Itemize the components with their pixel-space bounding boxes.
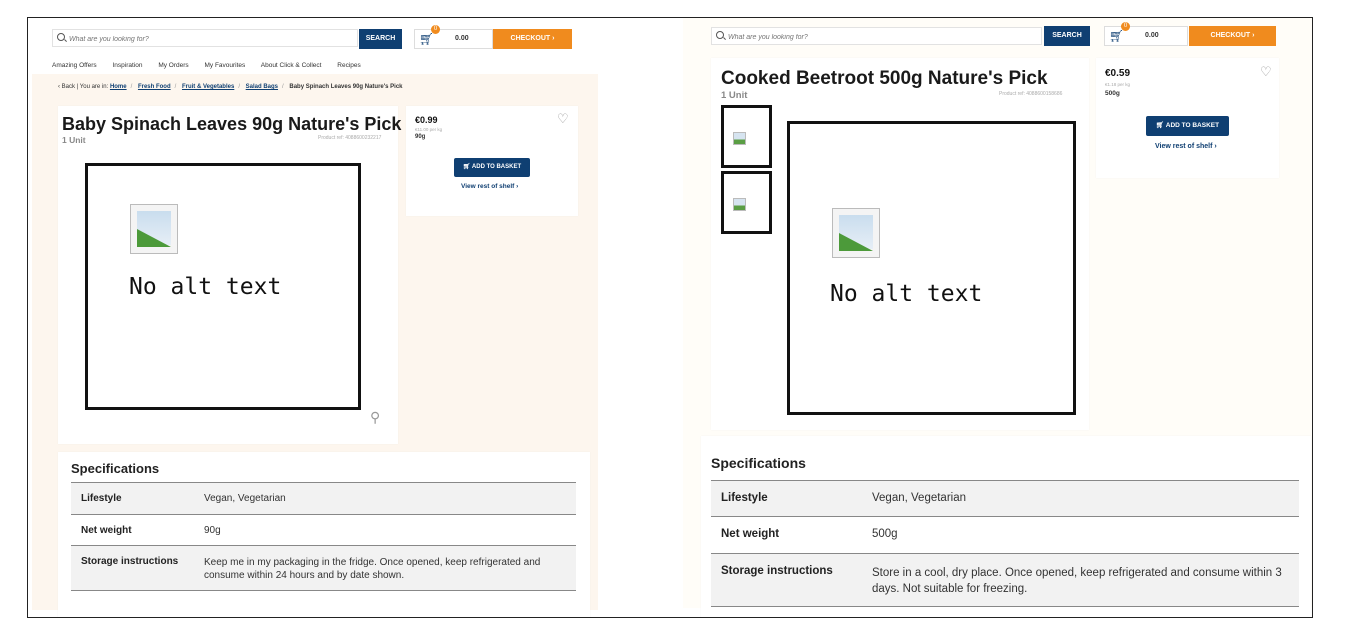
search-button[interactable]: SEARCH	[359, 29, 402, 49]
product-title: Cooked Beetroot 500g Nature's Pick	[721, 68, 1048, 89]
spec-row: Net weight 90g	[71, 515, 576, 546]
product-ref: Product ref: 4088600232217	[318, 135, 382, 141]
image-alt-text: No alt text	[830, 281, 983, 307]
specifications-table: Lifestyle Vegan, Vegetarian Net weight 5…	[711, 480, 1299, 607]
zoom-icon[interactable]: ⚲	[370, 409, 380, 426]
spec-value: Vegan, Vegetarian	[204, 493, 286, 504]
product-title: Baby Spinach Leaves 90g Nature's Pick	[62, 114, 402, 134]
spec-key: Storage instructions	[81, 556, 179, 567]
broken-image-icon	[733, 198, 746, 211]
image-alt-text: No alt text	[129, 274, 282, 300]
thumbnail-1[interactable]	[721, 105, 772, 168]
spec-key: Lifestyle	[721, 492, 768, 504]
add-to-basket-label: ADD TO BASKET	[1165, 122, 1220, 129]
nav-item-amazing-offers[interactable]: Amazing Offers	[52, 62, 97, 69]
product-image-card: Baby Spinach Leaves 90g Nature's Pick 1 …	[58, 106, 402, 444]
price: €0.59	[1105, 68, 1131, 79]
add-to-basket-label: ADD TO BASKET	[471, 164, 522, 170]
search-input[interactable]	[726, 29, 990, 45]
cart-total: 0.00	[455, 35, 469, 42]
nav-item-my-orders[interactable]: My Orders	[158, 62, 188, 69]
breadcrumb-fresh-food[interactable]: Fresh Food	[138, 84, 171, 90]
checkout-button[interactable]: CHECKOUT ›	[493, 29, 572, 49]
price-card: €0.99 €11.00 per kg 90g ♡ 🛒︎ ADD TO BASK…	[406, 106, 578, 216]
spec-value: Vegan, Vegetarian	[872, 492, 966, 504]
price-per-kg: €11.00 per kg	[415, 127, 443, 132]
back-link[interactable]: ‹ Back | You are in:	[58, 84, 108, 90]
screenshot-frame: SEARCH 🛒︎ 0 0.00 CHECKOUT › Amazing Offe…	[27, 17, 1313, 618]
search-icon	[57, 33, 65, 41]
specifications-table: Lifestyle Vegan, Vegetarian Net weight 9…	[71, 482, 576, 591]
cart-count-badge: 0	[431, 25, 440, 34]
price-per-kg: €1.18 per kg	[1105, 82, 1131, 87]
broken-image-icon	[130, 204, 178, 256]
spec-row: Lifestyle Vegan, Vegetarian	[71, 483, 576, 515]
spec-value: Keep me in my packaging in the fridge. O…	[204, 557, 541, 581]
search-input[interactable]	[67, 31, 331, 47]
search-bar[interactable]	[711, 27, 1042, 45]
checkout-button[interactable]: CHECKOUT ›	[1189, 26, 1276, 46]
breadcrumb-current: Baby Spinach Leaves 90g Nature's Pick	[289, 84, 403, 90]
view-shelf-label: View rest of shelf	[461, 183, 515, 190]
nav-item-recipes[interactable]: Recipes	[337, 62, 360, 69]
right-product-page: SEARCH 🛒︎ 0 0.00 CHECKOUT › Cooked Beetr…	[683, 18, 1312, 617]
cart-widget[interactable]: 🛒︎ 0 0.00	[1104, 22, 1188, 46]
spec-row: Storage instructions Keep me in my packa…	[71, 546, 576, 591]
search-bar[interactable]	[52, 29, 358, 47]
breadcrumb-salad-bags[interactable]: Salad Bags	[246, 84, 278, 90]
spec-key: Lifestyle	[81, 493, 122, 504]
pack-weight: 500g	[1105, 90, 1120, 97]
price-card: €0.59 €1.18 per kg 500g ♡ 🛒︎ ADD TO BASK…	[1096, 58, 1279, 178]
left-product-page: SEARCH 🛒︎ 0 0.00 CHECKOUT › Amazing Offe…	[28, 18, 678, 617]
search-icon	[716, 31, 724, 39]
search-button[interactable]: SEARCH	[1044, 26, 1090, 46]
view-shelf-label: View rest of shelf	[1155, 143, 1213, 150]
breadcrumb-fruit-veg[interactable]: Fruit & Vegetables	[182, 84, 234, 90]
view-rest-of-shelf-link[interactable]: View rest of shelf ›	[1155, 143, 1217, 150]
cart-total: 0.00	[1145, 32, 1159, 39]
product-unit: 1 Unit	[62, 135, 86, 145]
checkout-label: CHECKOUT	[510, 35, 551, 42]
cart-icon: 🛒︎	[419, 32, 435, 46]
spec-key: Net weight	[81, 525, 132, 536]
spec-key: Storage instructions	[721, 565, 833, 577]
product-unit: 1 Unit	[721, 90, 748, 101]
main-nav: Amazing Offers Inspiration My Orders My …	[52, 62, 375, 69]
product-image[interactable]: No alt text	[787, 121, 1076, 415]
product-ref: Product ref: 4088600158686	[999, 91, 1063, 97]
cart-count-badge: 0	[1121, 22, 1130, 31]
favourite-heart-icon[interactable]: ♡	[557, 111, 569, 127]
spec-row: Lifestyle Vegan, Vegetarian	[711, 481, 1299, 517]
add-to-basket-button[interactable]: 🛒︎ ADD TO BASKET	[454, 158, 530, 177]
thumbnail-2[interactable]	[721, 171, 772, 234]
nav-item-my-favourites[interactable]: My Favourites	[204, 62, 245, 69]
price: €0.99	[415, 115, 438, 125]
nav-item-click-collect[interactable]: About Click & Collect	[261, 62, 322, 69]
breadcrumb-home[interactable]: Home	[110, 84, 127, 90]
spec-row: Storage instructions Store in a cool, dr…	[711, 554, 1299, 607]
product-image[interactable]: No alt text	[85, 163, 361, 410]
spec-value: Store in a cool, dry place. Once opened,…	[872, 567, 1282, 595]
spec-key: Net weight	[721, 528, 780, 540]
specifications-heading: Specifications	[711, 455, 806, 471]
broken-image-icon	[733, 132, 746, 145]
cart-widget[interactable]: 🛒︎ 0 0.00	[414, 25, 493, 49]
specifications-heading: Specifications	[71, 461, 160, 476]
checkout-label: CHECKOUT	[1210, 32, 1251, 39]
favourite-heart-icon[interactable]: ♡	[1260, 64, 1272, 80]
breadcrumb: ‹ Back | You are in: Home / Fresh Food / F…	[58, 84, 403, 90]
broken-image-icon	[832, 208, 880, 260]
spec-value: 90g	[204, 525, 221, 536]
spec-row: Net weight 500g	[711, 517, 1299, 554]
product-image-card: Cooked Beetroot 500g Nature's Pick 1 Uni…	[711, 58, 1089, 430]
view-rest-of-shelf-link[interactable]: View rest of shelf ›	[461, 183, 518, 190]
nav-item-inspiration[interactable]: Inspiration	[113, 62, 143, 69]
add-to-basket-button[interactable]: 🛒︎ ADD TO BASKET	[1146, 116, 1229, 136]
pack-weight: 90g	[415, 134, 426, 140]
specifications-card: Specifications Lifestyle Vegan, Vegetari…	[58, 452, 590, 617]
specifications-card: Specifications Lifestyle Vegan, Vegetari…	[701, 436, 1311, 617]
spec-value: 500g	[872, 528, 898, 540]
cart-icon: 🛒︎	[1109, 29, 1125, 43]
